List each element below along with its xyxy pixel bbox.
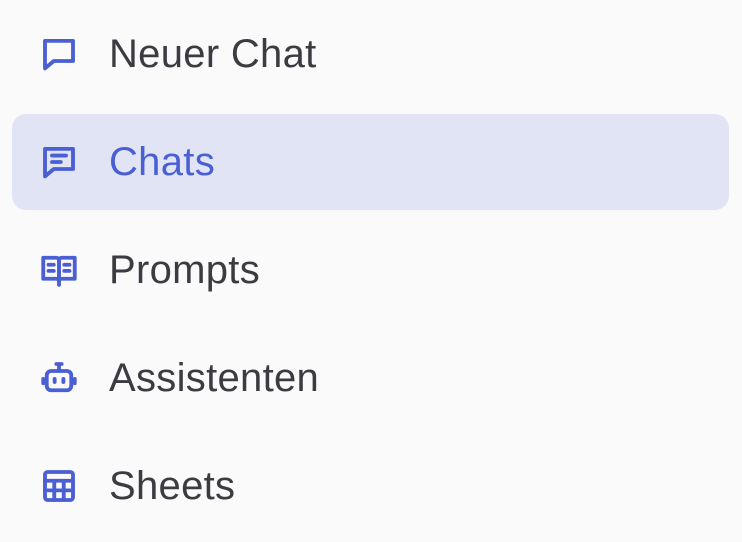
sidebar-item-label: Assistenten [109,355,320,400]
sidebar-item-sheets[interactable]: Sheets [12,438,729,534]
chat-bubble-icon [38,33,80,75]
book-icon [38,249,80,291]
sidebar-item-prompts[interactable]: Prompts [12,222,729,318]
sidebar-item-label: Neuer Chat [109,31,317,76]
table-icon [38,465,80,507]
sidebar-item-chats[interactable]: Chats [12,114,729,210]
sidebar-nav: Neuer Chat Chats Prompts Assistenten She… [0,0,742,542]
sidebar-item-label: Sheets [109,463,236,508]
chat-lines-icon [38,141,80,183]
sidebar-item-assistenten[interactable]: Assistenten [12,330,729,426]
robot-icon [38,357,80,399]
sidebar-item-label: Prompts [109,247,261,292]
sidebar-item-neuer-chat[interactable]: Neuer Chat [12,6,729,102]
sidebar-item-label: Chats [109,139,215,184]
